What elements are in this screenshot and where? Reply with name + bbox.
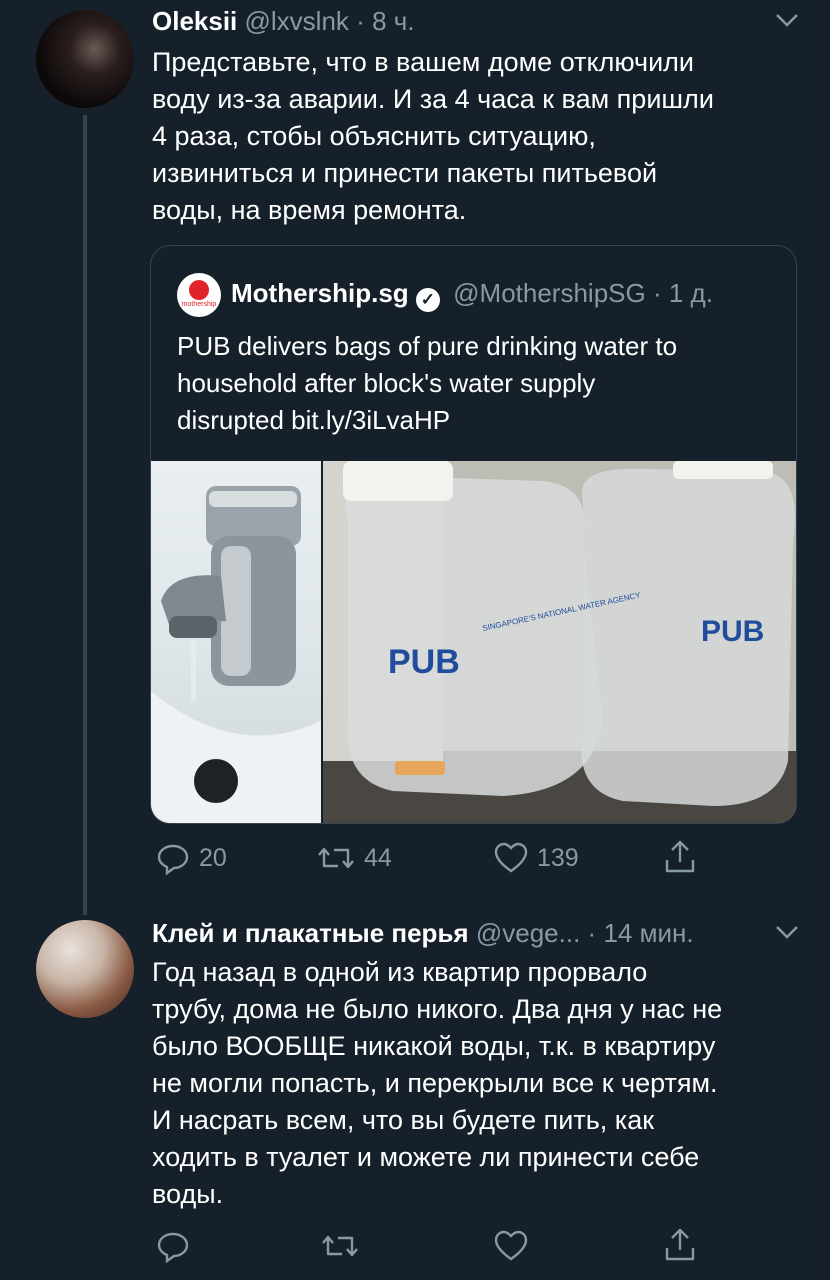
quoted-tweet-card[interactable]: mothership Mothership.sg ✓ @MothershipSG… [150,245,797,824]
tweet1-text: Представьте, что в вашем доме отключили … [152,44,812,229]
quote-header: Mothership.sg ✓ @MothershipSG · 1 д. [231,278,713,312]
tweet2-line: не могли попасть, и перекрыли все к черт… [152,1068,718,1098]
tweet2-line: трубу, дома не было никого. Два дня у на… [152,994,723,1024]
mothership-logo-text: mothership [181,301,217,308]
quote-time[interactable]: 1 д. [669,278,713,308]
tweet2-handle[interactable]: @vege... [476,918,580,948]
reply-icon [155,1228,191,1264]
faucet-photo[interactable] [151,461,321,823]
quote-handle[interactable]: @MothershipSG [453,278,646,308]
tweet1-line: Представьте, что в вашем доме отключили [152,47,695,77]
tweet2-header: Клей и плакатные перья @vege... · 14 мин… [152,918,694,949]
tweet1-actions: 20 44 139 [0,838,830,878]
like-icon [493,1228,529,1264]
tweet1-time[interactable]: 8 ч. [372,6,414,36]
avatar-oleksii[interactable] [36,10,134,108]
tweet2-line: Год назад в одной из квартир прорвало [152,957,648,987]
bag-label-right: PUB [701,615,764,648]
quote-text: PUB delivers bags of pure drinking water… [177,328,787,439]
share-button[interactable] [662,838,698,876]
tweet2-text: Год назад в одной из квартир прорвало тр… [152,954,822,1213]
reply-button[interactable] [155,1228,191,1264]
quote-author-name[interactable]: Mothership.sg [231,278,409,308]
tweet1-author-name[interactable]: Oleksii [152,6,237,36]
quote-separator: · [652,278,662,308]
reply-count: 20 [199,843,227,872]
share-icon [662,1226,698,1264]
retweet-button[interactable] [320,1228,360,1264]
retweet-icon [320,1228,360,1264]
verified-icon: ✓ [415,288,440,312]
tweet1-header: Oleksii @lxvslnk · 8 ч. [152,6,415,37]
water-bags-photo[interactable]: PUB SINGAPORE'S NATIONAL WATER AGENCY PU… [323,461,796,823]
tweet2-line: воды. [152,1179,224,1209]
tweet1-line: воды, на время ремонта. [152,195,467,225]
reply-button[interactable]: 20 [155,840,227,876]
mothership-logo[interactable]: mothership [177,273,221,317]
like-icon [493,840,529,876]
like-count: 139 [537,843,579,872]
tweet1-line: извиниться и принести пакеты питьевой [152,158,658,188]
like-button[interactable]: 139 [493,840,579,876]
quote-line: household after block's water supply [177,368,596,398]
avatar-kley[interactable] [36,920,134,1018]
retweet-count: 44 [364,843,392,872]
share-button[interactable] [662,1226,698,1264]
tweet1-separator: · [356,6,365,36]
tweet1-handle[interactable]: @lxvslnk [245,6,349,36]
tweet2-line: ходить в туалет и можете ли принести себ… [152,1142,700,1172]
tweet1-line: воду из-за аварии. И за 4 часа к вам при… [152,84,714,114]
chevron-down-icon[interactable] [772,8,802,37]
tweet1-line: 4 раза, стобы объяснить ситуацию, [152,121,596,151]
quote-line: PUB delivers bags of pure drinking water… [177,331,678,361]
tweet2-separator: · [587,918,597,948]
tweet2-line: И насрать всем, что вы будете пить, как [152,1105,655,1135]
retweet-icon [316,840,356,876]
retweet-button[interactable]: 44 [316,840,392,876]
tweet2-line: было ВООБЩЕ никакой воды, т.к. в квартир… [152,1031,716,1061]
bag-label-left: PUB [388,643,460,681]
reply-icon [155,840,191,876]
quote-line: disrupted bit.ly/3iLvaHP [177,405,451,435]
thread-line [83,115,87,915]
share-icon [662,838,698,876]
tweet2-time[interactable]: 14 мин. [603,918,693,948]
chevron-down-icon[interactable] [772,920,802,949]
like-button[interactable] [493,1228,529,1264]
tweet2-author-name[interactable]: Клей и плакатные перья [152,918,469,948]
tweet2-actions [0,1228,830,1268]
